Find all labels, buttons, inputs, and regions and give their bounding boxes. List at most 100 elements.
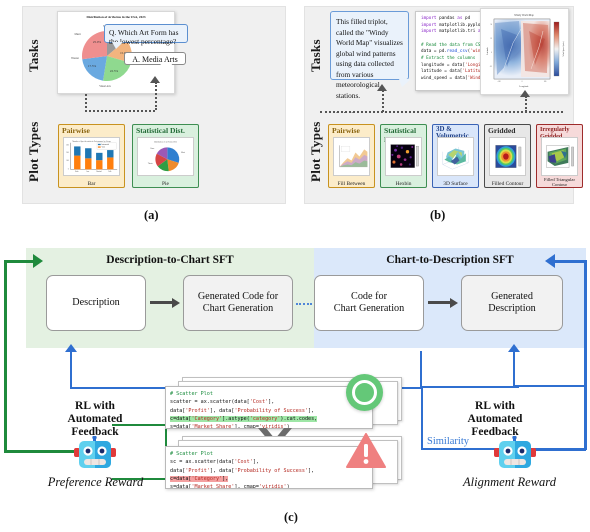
plot-type-thumbnail-filled-triangular-contour xyxy=(541,137,578,176)
rl-left-title: RL with Automated Feedback xyxy=(67,400,123,438)
svg-text:50: 50 xyxy=(490,24,492,26)
connector-sft-left-right xyxy=(296,303,312,305)
outer-loop-blue-top xyxy=(553,260,586,263)
node-generated-description[interactable]: Generated Description xyxy=(461,275,563,331)
feedback-line-left-arrowhead xyxy=(65,344,77,352)
panel-b-description-bubble-tail xyxy=(399,79,411,87)
panel-tag-b: (b) xyxy=(430,208,446,222)
panel-b-description-text: This filled triplot, called the "Windy W… xyxy=(336,17,403,101)
plot-type-caption: Bar xyxy=(87,181,96,187)
panel-a-dothoriz xyxy=(85,110,155,112)
svg-text:Wind Speed (m/s): Wind Speed (m/s) xyxy=(562,41,565,56)
plot-type-caption: Fill Between xyxy=(337,181,366,187)
node-description-label: Description xyxy=(72,296,120,308)
plot-type-thumbnail-3d-surface xyxy=(437,137,474,176)
svg-text:Music: Music xyxy=(75,33,82,36)
panel-b-chart-card: Windy World Map Longitude Latitude Wind … xyxy=(480,8,569,95)
panel-b-dotline-chart xyxy=(525,96,527,112)
feedback-line-mid-vert xyxy=(420,351,422,389)
panel-b-plot-type-card-irregularly-gridded[interactable]: Irregularly Gridded Filled Triangular Co… xyxy=(536,124,583,188)
node-code-for-chart[interactable]: Code for Chart Generation xyxy=(314,275,424,331)
feedback-line-right-arrowhead xyxy=(508,344,520,352)
panel-b-plot-type-card-statistical-dist[interactable]: Statistical Dist. Hexbin xyxy=(380,124,427,188)
svg-text:Windy World Map: Windy World Map xyxy=(514,14,534,17)
robot-icon-right xyxy=(494,436,536,468)
svg-text:Visual Arts: Visual Arts xyxy=(99,85,111,88)
svg-text:Distribution of Art Forms 2023: Distribution of Art Forms 2023 xyxy=(154,141,177,144)
svg-text:Vocal: Vocal xyxy=(102,147,106,149)
preference-reward-caption: Preference Reward xyxy=(47,475,144,489)
plot-type-thumbnail-fill-between xyxy=(333,137,370,176)
panel-b-plot-type-card-pairwise[interactable]: Pairwise Fill Between xyxy=(328,124,375,188)
svg-text:300: 300 xyxy=(66,145,68,147)
svg-text:17.5%: 17.5% xyxy=(88,64,97,68)
outer-loop-blue-vert xyxy=(584,260,587,450)
plot-type-title: Pairwise xyxy=(332,126,360,135)
svg-text:Instrumental: Instrumental xyxy=(102,144,110,146)
node-description[interactable]: Description xyxy=(46,275,146,331)
svg-text:25.0%: 25.0% xyxy=(93,40,102,44)
plot-type-caption: Hexbin xyxy=(395,181,412,187)
outer-loop-green-top xyxy=(4,260,36,263)
outer-loop-blue-arrowhead xyxy=(545,254,555,268)
outer-loop-green-arrowhead xyxy=(33,254,43,268)
plot-type-title: Gridded xyxy=(488,126,516,135)
outer-loop-green-bottom xyxy=(4,450,66,453)
panel-a-answer-bubble: A. Media Arts xyxy=(124,52,186,65)
warning-triangle-icon xyxy=(346,433,386,468)
svg-text:25: 25 xyxy=(490,38,492,40)
node-generated-code[interactable]: Generated Code for Chart Generation xyxy=(183,275,293,331)
svg-text:0: 0 xyxy=(522,81,523,83)
plot-type-caption: 3D Surface xyxy=(443,181,468,187)
similarity-label: Similarity xyxy=(427,436,469,447)
panel-a-uparrow xyxy=(150,76,160,83)
svg-text:Theater: Theater xyxy=(71,57,79,60)
feedback-line-left-vert xyxy=(70,351,72,389)
panel-b-dothoriz xyxy=(320,111,563,113)
svg-text:Jazz: Jazz xyxy=(86,171,89,173)
alignment-reward-caption: Alignment Reward xyxy=(463,475,556,489)
panel-a-question-bubble-tail xyxy=(112,42,123,49)
svg-text:0: 0 xyxy=(68,168,69,170)
svg-text:Music: Music xyxy=(181,152,185,154)
panel-tag-c: (c) xyxy=(284,510,298,524)
panel-a-dotline-right xyxy=(155,82,157,110)
panel-b-plot-type-card-gridded[interactable]: Gridded Filled Contour xyxy=(484,124,531,188)
snippet-good[interactable]: # Scatter Plot scatter = ax.scatter(data… xyxy=(165,386,373,429)
snippet-bad[interactable]: # Scatter Plot sc = ax.scatter(data['Cos… xyxy=(165,446,373,489)
robot-icon-left xyxy=(74,436,116,468)
panel-a-plot-type-card-pairwise[interactable]: Pairwise Number of Specific artists in P… xyxy=(58,124,125,188)
plot-type-title: Pairwise xyxy=(62,126,90,135)
panel-a-plot-type-card-statistical-dist[interactable]: Statistical Dist. Distribution of Art Fo… xyxy=(132,124,199,188)
plot-type-title: Statistical Dist. xyxy=(136,126,185,135)
node-generated-description-label: Generated Description xyxy=(488,290,536,314)
panel-c-container: Description-to-Chart SFT Chart-to-Descri… xyxy=(0,238,590,532)
svg-text:100: 100 xyxy=(544,81,547,83)
svg-text:200: 200 xyxy=(66,152,68,154)
panel-b-uparrow-chart xyxy=(520,90,530,97)
svg-text:22.5%: 22.5% xyxy=(110,69,119,73)
panel-b-uparrow-code xyxy=(377,84,387,91)
panel-b-plot-type-card-3d-volumetric[interactable]: 3D & Volumetric 3D Surface xyxy=(432,124,479,188)
check-circle-ring xyxy=(351,379,378,406)
svg-text:0: 0 xyxy=(491,52,492,54)
panel-a-question-bubble: Q. Which Art Form has the lowest percent… xyxy=(104,24,188,46)
panel-b-chart-xlabel: Longitude xyxy=(519,85,528,88)
panel-a-answer-bubble-tail xyxy=(160,64,172,72)
feedback-line-right-vert xyxy=(513,351,515,387)
arrow-description-to-code xyxy=(150,297,180,309)
svg-text:100: 100 xyxy=(66,160,68,162)
panel-a-row-label-plot-types: Plot Types xyxy=(26,121,41,183)
svg-text:-25: -25 xyxy=(490,66,492,68)
plot-type-caption: Filled Contour xyxy=(491,181,524,187)
node-generated-code-label: Generated Code for Chart Generation xyxy=(197,290,279,314)
svg-text:Classical: Classical xyxy=(96,171,102,173)
svg-text:Number of Specific artists in: Number of Specific artists in Performanc… xyxy=(72,140,110,143)
plot-type-thumbnail-bar: Number of Specific artists in Performanc… xyxy=(63,137,120,176)
rl-right-title: RL with Automated Feedback xyxy=(467,400,523,438)
plot-type-thumbnail-filled-contour xyxy=(489,137,526,176)
plot-type-caption: Pie xyxy=(162,181,169,187)
plot-type-thumbnail-pie: Distribution of Art Forms 2023 Dance The… xyxy=(137,137,194,176)
panel-tag-a: (a) xyxy=(144,208,159,222)
plot-type-caption: Filled Triangular Contour xyxy=(543,177,575,187)
